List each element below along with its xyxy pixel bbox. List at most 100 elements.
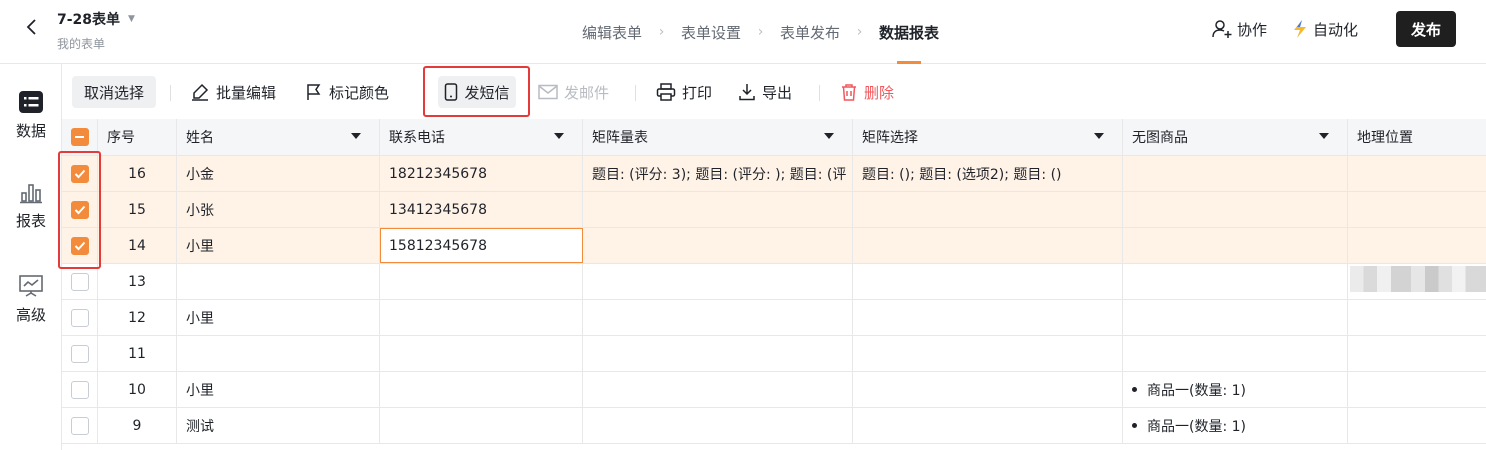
cell-matrix-choice[interactable]: [853, 228, 1123, 263]
sidebar-item-report[interactable]: 报表: [0, 182, 62, 231]
send-email-button[interactable]: 发邮件: [538, 76, 609, 108]
cell-matrix-choice[interactable]: [853, 192, 1123, 227]
column-header-matrix-choice[interactable]: 矩阵选择: [853, 119, 1123, 155]
table-row[interactable]: 10 小里 商品一(数量: 1): [62, 372, 1486, 408]
automation-button[interactable]: 自动化: [1291, 19, 1358, 40]
row-checkbox[interactable]: [70, 380, 89, 399]
export-button[interactable]: 导出: [738, 76, 792, 108]
cell-name[interactable]: [177, 264, 380, 299]
cell-matrix-choice[interactable]: [853, 408, 1123, 443]
column-header-name[interactable]: 姓名: [177, 119, 380, 155]
cell-name[interactable]: 测试: [177, 408, 380, 443]
cell-matrix-scale[interactable]: [583, 264, 853, 299]
caret-down-icon[interactable]: [554, 133, 564, 139]
cell-matrix-choice[interactable]: [853, 336, 1123, 371]
cell-goods[interactable]: [1123, 264, 1348, 299]
table-row[interactable]: 9 测试 商品一(数量: 1): [62, 408, 1486, 444]
table-row[interactable]: 14 小里 15812345678: [62, 228, 1486, 264]
cell-phone[interactable]: [380, 264, 583, 299]
cell-goods[interactable]: [1123, 336, 1348, 371]
row-checkbox[interactable]: [70, 308, 89, 327]
column-header-goods[interactable]: 无图商品: [1123, 119, 1348, 155]
step-data-report[interactable]: 数据报表: [879, 0, 939, 64]
cell-name[interactable]: 小里: [177, 372, 380, 407]
cell-location[interactable]: [1348, 408, 1486, 443]
cell-goods[interactable]: [1123, 228, 1348, 263]
cell-matrix-scale[interactable]: [583, 372, 853, 407]
cell-no: 13: [98, 264, 177, 299]
table-row[interactable]: 15 小张 13412345678: [62, 192, 1486, 228]
cell-matrix-scale[interactable]: 题目: (评分: 3); 题目: (评分: ); 题目: (评: [583, 156, 853, 191]
cell-matrix-choice[interactable]: [853, 300, 1123, 335]
table-row[interactable]: 11: [62, 336, 1486, 372]
cell-name[interactable]: 小张: [177, 192, 380, 227]
delete-button[interactable]: 删除: [840, 76, 894, 108]
cell-matrix-scale[interactable]: [583, 336, 853, 371]
table-row[interactable]: 16 小金 18212345678 题目: (评分: 3); 题目: (评分: …: [62, 156, 1486, 192]
cell-matrix-scale[interactable]: [583, 192, 853, 227]
row-checkbox[interactable]: [70, 344, 89, 363]
step-form-publish[interactable]: 表单发布: [780, 0, 840, 64]
caret-down-icon[interactable]: [351, 133, 361, 139]
caret-down-icon[interactable]: [1094, 133, 1104, 139]
cell-phone[interactable]: [380, 372, 583, 407]
column-header-no[interactable]: 序号: [98, 119, 177, 155]
caret-down-icon[interactable]: ▼: [128, 14, 135, 24]
cell-location[interactable]: [1348, 192, 1486, 227]
cell-matrix-choice[interactable]: [853, 264, 1123, 299]
cell-location[interactable]: [1348, 372, 1486, 407]
cell-goods[interactable]: 商品一(数量: 1): [1123, 408, 1348, 443]
cell-goods[interactable]: 商品一(数量: 1): [1123, 372, 1348, 407]
cell-location[interactable]: [1348, 228, 1486, 263]
cell-name[interactable]: 小里: [177, 300, 380, 335]
cell-name[interactable]: 小金: [177, 156, 380, 191]
sidebar-item-advanced[interactable]: 高级: [0, 274, 62, 325]
cell-goods[interactable]: [1123, 192, 1348, 227]
form-title-area: 7-28表单 ▼ 我的表单: [57, 9, 135, 52]
mark-color-button[interactable]: 标记颜色: [305, 76, 389, 108]
step-edit-form[interactable]: 编辑表单: [582, 0, 642, 64]
row-checkbox[interactable]: [70, 272, 89, 291]
cell-phone[interactable]: 18212345678: [380, 156, 583, 191]
column-header-matrix-scale[interactable]: 矩阵量表: [583, 119, 853, 155]
publish-button[interactable]: 发布: [1396, 11, 1456, 47]
cell-name[interactable]: 小里: [177, 228, 380, 263]
column-header-phone[interactable]: 联系电话: [380, 119, 583, 155]
cell-phone[interactable]: [380, 300, 583, 335]
form-title-row[interactable]: 7-28表单 ▼: [57, 9, 135, 29]
select-all-checkbox[interactable]: [70, 128, 89, 146]
caret-down-icon[interactable]: [824, 133, 834, 139]
presentation-chart-icon: [19, 275, 43, 297]
column-header-location[interactable]: 地理位置: [1348, 119, 1486, 155]
send-sms-button[interactable]: 发短信: [438, 76, 516, 108]
cell-phone[interactable]: 13412345678: [380, 192, 583, 227]
row-select-cell: [62, 336, 98, 371]
cell-location[interactable]: [1348, 300, 1486, 335]
cell-matrix-choice[interactable]: 题目: (); 题目: (选项2); 题目: (): [853, 156, 1123, 191]
sidebar-item-data[interactable]: 数据: [0, 90, 62, 141]
chevron-right-icon: ›: [658, 24, 665, 40]
caret-down-icon[interactable]: [1319, 133, 1329, 139]
batch-edit-button[interactable]: 批量编辑: [190, 76, 276, 108]
cell-goods[interactable]: [1123, 300, 1348, 335]
column-header-matrix-scale-label: 矩阵量表: [592, 130, 648, 146]
left-sidebar: 数据 报表 高级: [0, 64, 62, 450]
collaborate-button[interactable]: 协作: [1211, 19, 1267, 40]
cell-phone[interactable]: [380, 336, 583, 371]
row-checkbox[interactable]: [70, 416, 89, 435]
cell-matrix-scale[interactable]: [583, 300, 853, 335]
step-form-settings[interactable]: 表单设置: [681, 0, 741, 64]
cell-goods[interactable]: [1123, 156, 1348, 191]
cell-phone[interactable]: [380, 408, 583, 443]
cell-location[interactable]: [1348, 156, 1486, 191]
table-row[interactable]: 12 小里: [62, 300, 1486, 336]
cell-name[interactable]: [177, 336, 380, 371]
cell-location[interactable]: [1348, 336, 1486, 371]
table-row[interactable]: 13: [62, 264, 1486, 300]
cell-matrix-scale[interactable]: [583, 228, 853, 263]
print-button[interactable]: 打印: [656, 76, 712, 108]
cell-matrix-choice[interactable]: [853, 372, 1123, 407]
back-button[interactable]: [20, 16, 42, 38]
cell-matrix-scale[interactable]: [583, 408, 853, 443]
cancel-selection-button[interactable]: 取消选择: [72, 76, 156, 108]
